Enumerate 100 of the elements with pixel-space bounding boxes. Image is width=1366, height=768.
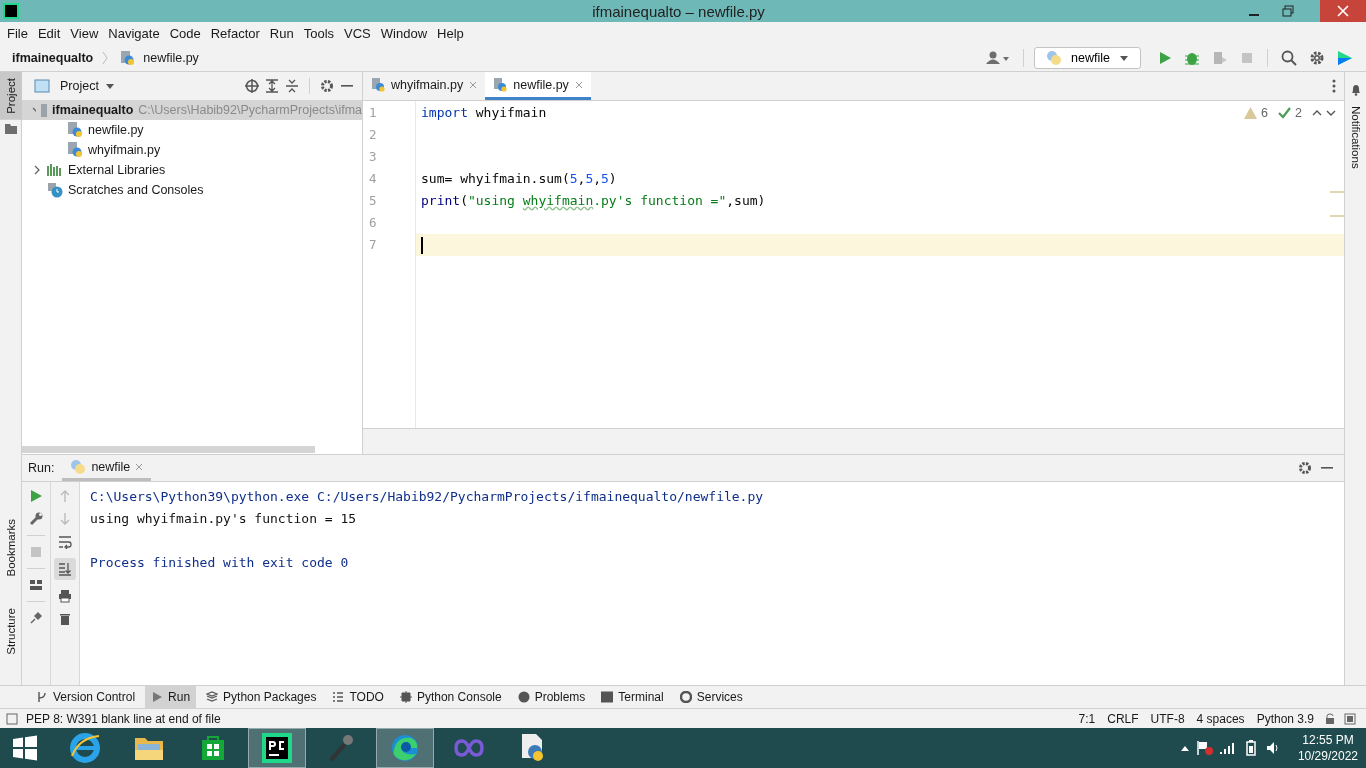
bug-icon[interactable]	[1184, 50, 1200, 66]
tool-window-tab[interactable]: Project	[0, 72, 22, 120]
scroll-to-end-button[interactable]	[54, 558, 76, 580]
menu-item[interactable]: VCS	[339, 26, 376, 41]
edge-icon[interactable]	[389, 732, 421, 764]
close-icon[interactable]	[135, 462, 144, 471]
tool-window-tab[interactable]: Services	[673, 686, 749, 708]
up-icon[interactable]	[1312, 109, 1322, 117]
close-icon[interactable]	[469, 80, 478, 89]
panel-icon	[34, 79, 50, 93]
line-number: 5	[368, 192, 378, 210]
jetbrains-logo-icon[interactable]	[1337, 50, 1353, 66]
tool-window-tab[interactable]: TODO	[326, 686, 390, 708]
editor-tab[interactable]: whyifmain.py	[363, 72, 486, 100]
tool-window-icon	[399, 691, 412, 703]
breadcrumb-item[interactable]: newfile.py	[143, 51, 199, 65]
tool-window-tab[interactable]: Structure	[0, 602, 22, 661]
menu-item[interactable]: View	[65, 26, 104, 41]
window-title: ifmainequalto – newfile.py	[592, 2, 765, 20]
search-icon[interactable]	[1281, 50, 1297, 66]
python-file-icon	[67, 122, 83, 138]
wrench-icon[interactable]	[29, 512, 43, 526]
print-icon[interactable]	[58, 589, 72, 603]
tool-window-icon	[206, 691, 219, 703]
lock-icon[interactable]	[1324, 712, 1336, 725]
folder-icon	[4, 123, 17, 134]
status-box-icon[interactable]	[6, 712, 18, 725]
tool-window-tab[interactable]: Problems	[511, 686, 592, 708]
pycharm-app-icon[interactable]	[262, 733, 292, 763]
tree-row[interactable]: newfile.py	[22, 120, 362, 140]
collapse-all-icon[interactable]	[285, 79, 299, 93]
bell-icon[interactable]	[1349, 84, 1362, 96]
layout-icon[interactable]	[29, 578, 43, 592]
tree-row[interactable]: Scratches and Consoles	[22, 180, 362, 200]
editor-tab[interactable]: newfile.py	[485, 72, 591, 100]
panel-title[interactable]: Project	[60, 79, 99, 93]
menu-item[interactable]: Run	[264, 26, 299, 41]
memory-icon[interactable]	[1344, 712, 1356, 725]
pycharm-logo-icon	[3, 3, 19, 19]
browser-e-icon[interactable]	[69, 732, 101, 764]
scrollbar-thumb[interactable]	[22, 445, 315, 453]
clock-time[interactable]: 12:55 PM	[1302, 732, 1354, 748]
line-number: 6	[368, 214, 378, 232]
settings-icon[interactable]	[1309, 50, 1325, 66]
caret-icon[interactable]	[104, 82, 115, 90]
tree-row[interactable]: External Libraries	[22, 160, 362, 180]
pin-icon[interactable]	[29, 611, 43, 625]
tool-window-tab[interactable]: Bookmarks	[0, 512, 22, 583]
expand-all-icon[interactable]	[265, 79, 279, 93]
menu-item[interactable]: Refactor	[205, 26, 265, 41]
tool-window-tab[interactable]: Run	[145, 686, 197, 708]
code-line: import whyifmain	[421, 104, 547, 122]
tool-window-tab[interactable]: Python Packages	[200, 686, 323, 708]
locate-icon[interactable]	[245, 79, 259, 93]
chevron-icon[interactable]	[32, 165, 42, 175]
tree-row[interactable]: ifmainequalto C:\Users\Habib92\PycharmProjects\ifma	[22, 100, 362, 120]
menu-item[interactable]: File	[2, 26, 33, 41]
restore-icon[interactable]	[1282, 5, 1294, 17]
tool-window-tab[interactable]: Version Control	[30, 686, 142, 708]
menu-item[interactable]: Help	[432, 26, 469, 41]
tool-window-tab[interactable]: Notifications	[1344, 100, 1366, 175]
clock-date[interactable]: 10/29/2022	[1297, 748, 1358, 764]
trash-icon[interactable]	[58, 612, 72, 626]
flag-icon[interactable]	[1195, 740, 1214, 756]
weak-warning-count[interactable]: 2	[1295, 106, 1302, 120]
status-item[interactable]: 4 spaces	[1194, 711, 1247, 726]
status-item[interactable]: Python 3.9	[1254, 711, 1316, 726]
signal-icon[interactable]	[1219, 741, 1236, 755]
tree-item-path: C:\Users\Habib92\PycharmProjects\ifma	[138, 103, 362, 117]
settings-icon[interactable]	[320, 79, 334, 93]
menu-item[interactable]: Window	[375, 26, 433, 41]
tree-row[interactable]: whyifmain.py	[22, 140, 362, 160]
menu-item[interactable]: Edit	[32, 26, 66, 41]
menu-item[interactable]: Code	[164, 26, 206, 41]
tool-window-icon	[36, 691, 48, 703]
breadcrumb-item[interactable]: ifmainequalto	[12, 51, 94, 65]
status-item[interactable]: 7:1	[1076, 711, 1098, 726]
status-item[interactable]: CRLF	[1105, 711, 1141, 726]
menu-item[interactable]: Navigate	[103, 26, 165, 41]
settings-icon[interactable]	[1298, 461, 1312, 475]
menu-item[interactable]: Tools	[298, 26, 340, 41]
more-icon[interactable]	[1332, 79, 1336, 93]
caret-icon	[1119, 54, 1129, 62]
close-icon[interactable]	[574, 80, 583, 89]
run-icon[interactable]	[1158, 51, 1172, 65]
user-icon[interactable]	[986, 51, 1011, 65]
python-icon	[70, 458, 87, 475]
run-configuration-dropdown[interactable]: newfile	[1034, 47, 1141, 69]
tool-window-tab[interactable]: Terminal	[595, 686, 670, 708]
status-item[interactable]: UTF-8	[1148, 711, 1187, 726]
close-button[interactable]	[1320, 0, 1366, 22]
line-number: 7	[368, 236, 378, 254]
soft-wrap-icon[interactable]	[58, 535, 72, 549]
windows-start-icon[interactable]	[12, 735, 38, 761]
tool-window-tab[interactable]: Python Console	[393, 686, 508, 708]
check-icon[interactable]	[1278, 107, 1292, 119]
warning-count[interactable]: 6	[1261, 106, 1269, 120]
tray-up-icon[interactable]	[1179, 744, 1190, 752]
down-icon[interactable]	[1326, 109, 1336, 117]
rerun-icon[interactable]	[29, 489, 43, 503]
